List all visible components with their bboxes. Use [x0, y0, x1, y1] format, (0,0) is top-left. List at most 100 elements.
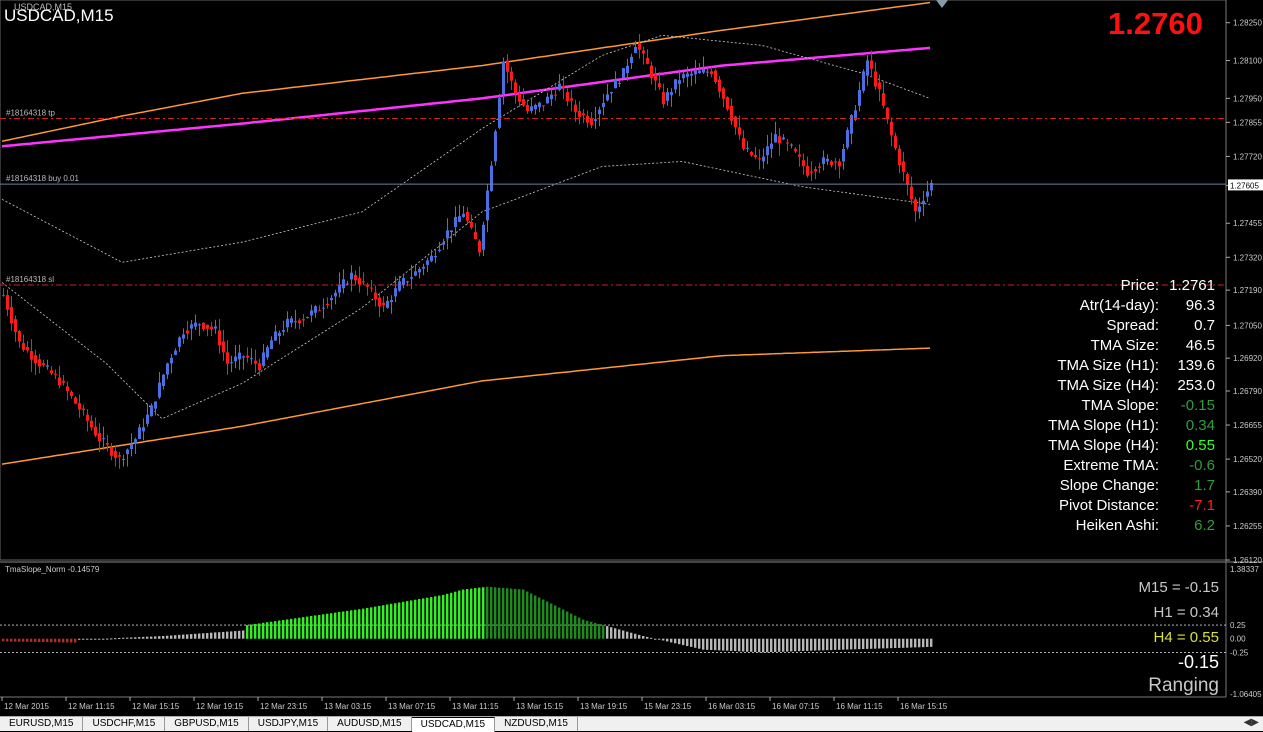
- slope-bar: [850, 638, 853, 650]
- slope-bar: [70, 638, 73, 643]
- price-axis-label: 1.26520: [1233, 455, 1262, 464]
- subwindow-axis-label: 0.25: [1230, 621, 1246, 630]
- slope-bar: [250, 624, 253, 639]
- candle: [378, 292, 381, 317]
- slope-bar: [446, 593, 449, 639]
- stat-value: 139.6: [1177, 357, 1215, 374]
- candle: [354, 270, 357, 285]
- slope-bar: [274, 621, 277, 639]
- candle: [30, 339, 33, 372]
- time-axis-label: 12 Mar 23:15: [260, 702, 308, 711]
- slope-bar: [862, 638, 865, 649]
- candle: [414, 264, 417, 277]
- candle: [722, 87, 725, 108]
- candle: [42, 359, 45, 368]
- slope-bar: [430, 597, 433, 639]
- time-axis-label: 13 Mar 11:15: [452, 702, 499, 711]
- symbol-tab[interactable]: NZDUSD,M15: [495, 717, 578, 731]
- price-axis-label: 1.27720: [1233, 152, 1262, 161]
- symbol-tab[interactable]: EURUSD,M15: [0, 717, 84, 731]
- candle: [614, 71, 617, 89]
- candle: [138, 424, 141, 440]
- candle: [174, 348, 177, 356]
- slope-bar: [846, 638, 849, 650]
- slope-bar: [298, 617, 301, 639]
- slope-bar: [122, 637, 125, 639]
- stat-value: 0.55: [1185, 437, 1215, 454]
- slope-bar: [14, 638, 17, 642]
- slope-bar: [594, 622, 597, 639]
- slope-bar: [802, 638, 805, 651]
- price-axis-label: 1.28250: [1233, 19, 1262, 28]
- price-axis-label: 1.27855: [1233, 118, 1262, 127]
- candle: [750, 151, 753, 157]
- slope-bar: [658, 638, 661, 640]
- slope-bar: [734, 638, 737, 652]
- candle: [162, 374, 165, 390]
- slope-bar: [206, 633, 209, 639]
- slope-bar: [718, 638, 721, 651]
- candle: [674, 79, 677, 94]
- slope-bar: [890, 638, 893, 649]
- stat-row: TMA Size (H1): 139.6: [950, 356, 1215, 376]
- slope-bar: [766, 638, 769, 653]
- slope-bar: [750, 638, 753, 652]
- slope-bar: [62, 638, 65, 643]
- candle: [714, 68, 717, 84]
- symbol-tab[interactable]: GBPUSD,M15: [165, 717, 249, 731]
- slope-bar: [34, 638, 37, 642]
- candle: [738, 115, 741, 140]
- candle: [242, 355, 245, 370]
- candle: [62, 375, 65, 386]
- slope-bar: [82, 638, 85, 640]
- candle: [602, 93, 605, 116]
- candle: [194, 314, 197, 330]
- slope-bar: [182, 634, 185, 639]
- slope-bar: [494, 587, 497, 639]
- slope-bar: [90, 638, 93, 640]
- chart-shift-marker-icon[interactable]: [936, 0, 948, 8]
- candle: [746, 141, 749, 152]
- candle: [350, 265, 353, 292]
- candle: [598, 106, 601, 127]
- slope-bar: [154, 636, 157, 639]
- candle: [146, 403, 149, 427]
- candle: [418, 267, 421, 279]
- candle: [814, 166, 817, 180]
- candle: [386, 296, 389, 309]
- tab-scroll-right-icon[interactable]: ◀▶: [1244, 717, 1259, 728]
- candle: [394, 276, 397, 303]
- candle: [122, 454, 125, 467]
- candle: [2, 288, 5, 297]
- candle: [462, 206, 465, 218]
- candle: [610, 91, 613, 103]
- candle: [678, 69, 681, 97]
- slope-bar: [838, 638, 841, 650]
- symbol-tab[interactable]: USDCHF,M15: [83, 717, 166, 731]
- slope-bar: [558, 607, 561, 639]
- slope-bar: [10, 638, 13, 642]
- slope-bar: [886, 638, 889, 649]
- slope-bar: [818, 638, 821, 651]
- slope-bar: [106, 638, 109, 640]
- slope-bar: [390, 603, 393, 639]
- time-axis-label: 13 Mar 03:15: [324, 702, 372, 711]
- time-axis-label: 13 Mar 19:15: [580, 702, 628, 711]
- slope-bar: [826, 638, 829, 651]
- symbol-tab[interactable]: USDJPY,M15: [249, 717, 329, 731]
- candle: [390, 295, 393, 314]
- stat-row: TMA Slope: -0.15: [950, 396, 1215, 416]
- slope-bar: [22, 638, 25, 642]
- candle: [682, 71, 685, 83]
- slope-bar: [870, 638, 873, 649]
- slope-bar: [522, 589, 525, 639]
- slope-bar: [634, 633, 637, 639]
- slope-bar: [534, 595, 537, 639]
- current-price-large: 1.2760: [1108, 6, 1203, 41]
- slope-bar: [842, 638, 845, 650]
- candle: [670, 88, 673, 107]
- slope-bar: [398, 602, 401, 639]
- symbol-tab[interactable]: AUDUSD,M15: [328, 717, 412, 731]
- candle: [766, 134, 769, 165]
- candle: [490, 161, 493, 192]
